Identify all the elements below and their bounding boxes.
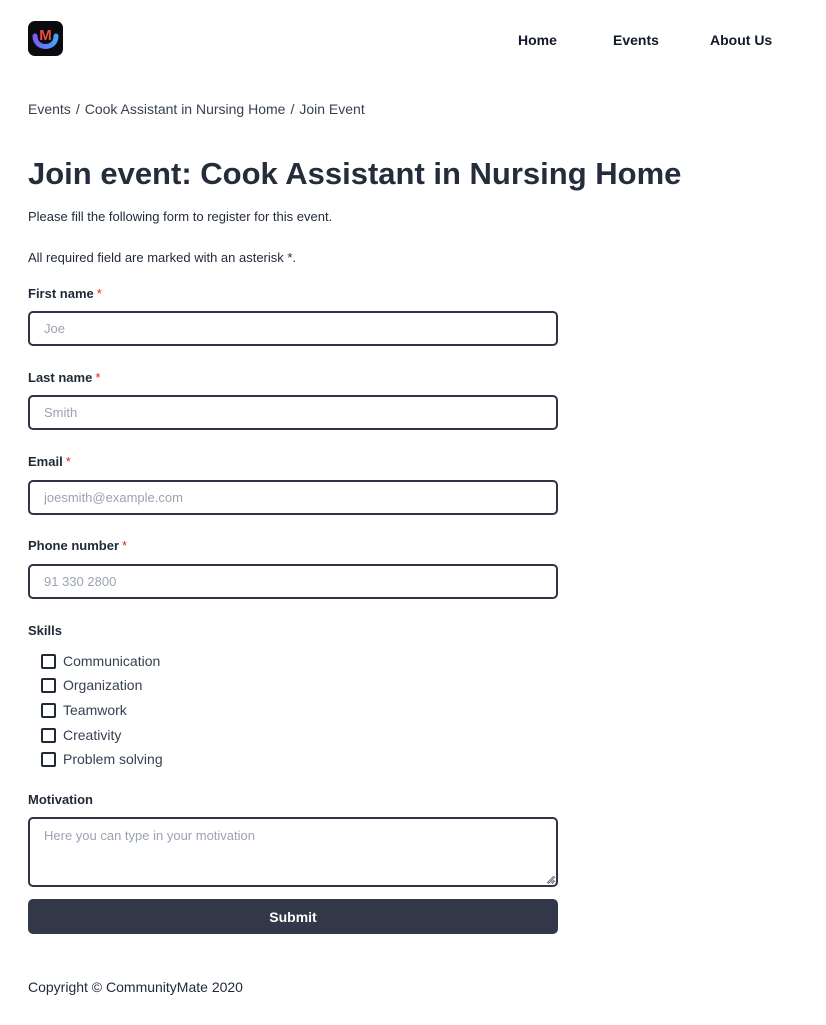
required-note-text: All required field are marked with an as… [28,250,297,265]
skill-label-communication[interactable]: Communication [63,653,160,670]
last-name-label: Last name * [28,370,100,386]
skill-label-teamwork[interactable]: Teamwork [63,702,127,719]
required-asterisk: * [96,286,102,301]
page-title: Join event: Cook Assistant in Nursing Ho… [28,156,682,191]
phone-label-text: Phone number [28,538,120,553]
skills-label: Skills [28,623,62,638]
phone-label: Phone number * [28,538,127,554]
nav-about-us-link[interactable]: About Us [710,32,772,48]
skill-option-teamwork[interactable]: Teamwork [41,698,163,723]
skill-checkbox-problem-solving[interactable] [41,752,56,768]
skill-label-organization[interactable]: Organization [63,677,142,694]
required-asterisk: * [65,454,71,469]
email-label: Email * [28,454,71,470]
phone-number-input[interactable] [28,564,558,599]
form-intro-text: Please fill the following form to regist… [28,209,333,224]
breadcrumb-separator: / [290,101,295,117]
skill-option-problem-solving[interactable]: Problem solving [41,747,163,772]
email-label-text: Email [28,454,63,469]
required-asterisk: * [95,370,101,385]
top-header: M Home Events About Us [0,0,826,80]
skill-checkbox-communication[interactable] [41,653,56,669]
skill-checkbox-organization[interactable] [41,678,56,694]
skill-checkbox-teamwork[interactable] [41,702,56,718]
skill-option-organization[interactable]: Organization [41,674,163,699]
skill-option-creativity[interactable]: Creativity [41,723,163,748]
footer-copyright: Copyright © CommunityMate 2020 [28,979,243,995]
first-name-label: First name * [28,286,102,302]
breadcrumb-event-link[interactable]: Cook Assistant in Nursing Home [85,101,286,117]
breadcrumb-current: Join Event [299,101,365,117]
submit-button[interactable]: Submit [28,899,558,934]
breadcrumb-separator: / [75,101,80,117]
first-name-label-text: First name [28,286,94,301]
join-event-page: M Home Events About Us Events / Cook Assis… [0,0,826,1025]
skill-option-communication[interactable]: Communication [41,649,163,674]
breadcrumb: Events / Cook Assistant in Nursing Home / Jo… [28,101,365,118]
communitymate-logo-icon[interactable]: M [28,21,63,56]
logo-letter: M [39,27,52,44]
skill-label-problem-solving[interactable]: Problem solving [63,751,163,768]
skills-checkbox-group: Communication Organization Teamwork Crea… [41,649,163,772]
motivation-label: Motivation [28,792,93,807]
required-asterisk: * [122,538,128,553]
last-name-label-text: Last name [28,370,93,385]
breadcrumb-events-link[interactable]: Events [28,101,71,117]
nav-home-link[interactable]: Home [518,32,557,48]
skill-label-creativity[interactable]: Creativity [63,727,121,744]
nav-events-link[interactable]: Events [613,32,659,48]
first-name-input[interactable] [28,311,558,346]
motivation-textarea[interactable] [28,817,558,887]
skill-checkbox-creativity[interactable] [41,727,56,743]
last-name-input[interactable] [28,395,558,430]
email-input[interactable] [28,480,558,515]
